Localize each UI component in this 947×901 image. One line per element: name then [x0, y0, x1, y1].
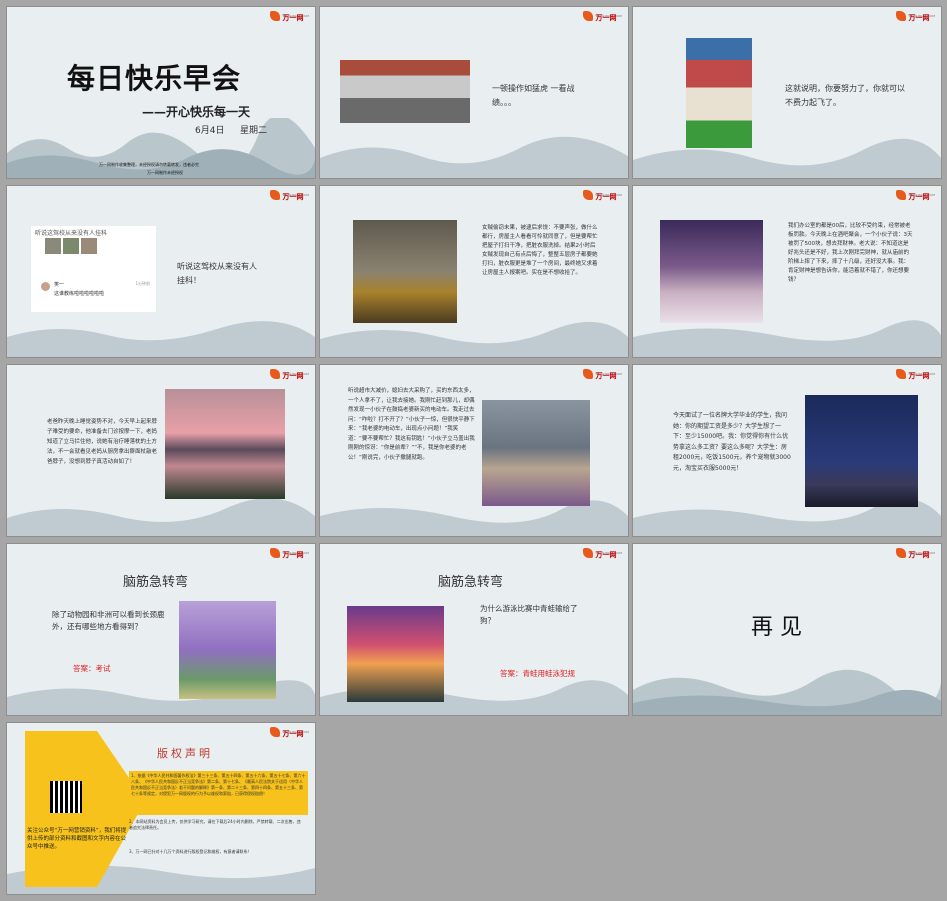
- brand-logo: 万一网 WWW.WAN1.COM: [270, 727, 309, 738]
- slide-2-thumbnail[interactable]: 万一网 WWW.WAN1.COM 一顿操作如猛虎 一看战绩。。。: [320, 7, 628, 178]
- slide-5-thumbnail[interactable]: 万一网 WWW.WAN1.COM 女贼偷窃未果，被逮后求饶：不要声张，做什么都行，…: [320, 186, 628, 357]
- social-post-screenshot: 听说这驾校从来没有人挂科 笑一 这谁教练啦啦啦啦啦啦 1分钟前: [31, 226, 156, 312]
- comment-time: 1分钟前: [135, 281, 150, 286]
- riddle-answer: 答案：青蛙用蛙泳犯规: [500, 669, 575, 678]
- logo-icon: [583, 369, 594, 379]
- post-image: [63, 238, 79, 254]
- comment-user: 笑一: [54, 282, 65, 288]
- slide-4-thumbnail[interactable]: 万一网 WWW.WAN1.COM 听说这驾校从来没有人挂科 笑一 这谁教练啦啦啦啦…: [7, 186, 315, 357]
- slide-7-thumbnail[interactable]: 万一网 WWW.WAN1.COM 老爸昨天晚上睡觉姿势不对，今天早上起来脖子难受的…: [7, 365, 315, 536]
- wisteria-tunnel-photo: [179, 601, 276, 699]
- mountain-landscape: [320, 136, 628, 178]
- notice-line-1: 万一网制作收集整理，未经授权请勿转载转发，违者必究: [99, 162, 199, 167]
- logo-icon: [270, 727, 281, 737]
- logo-icon: [896, 190, 907, 200]
- slide-13-thumbnail[interactable]: 万一网 WWW.WAN1.COM 关注公众号“万一网营销资料”，我们将提供上传的部…: [7, 723, 315, 894]
- logo-icon: [270, 190, 281, 200]
- logo-icon: [270, 369, 281, 379]
- comment-text: 这谁教练啦啦啦啦啦啦: [54, 291, 105, 297]
- brand-logo: 万一网 WWW.WAN1.COM: [583, 190, 622, 201]
- slide-text: 女贼偷窃未果，被逮后求饶：不要声张，做什么都行，房屋主人看看可怜就同意了，但是要…: [482, 225, 598, 276]
- post-image: [45, 238, 61, 254]
- slide-9-thumbnail[interactable]: 万一网 WWW.WAN1.COM 今天面试了一位名牌大学毕业的学生，我问她：你的期…: [633, 365, 941, 536]
- mountain-landscape: [633, 138, 941, 178]
- snow-cabin-photo: [660, 220, 763, 323]
- logo-icon: [583, 11, 594, 21]
- slide-text: 这就说明，你要努力了，你就可以不费力起飞了。: [785, 84, 905, 107]
- copyright-title: 版权声明: [157, 747, 213, 760]
- slide-1-thumbnail[interactable]: 万一网 WWW.WAN1.COM 每日快乐早会 ——开心快乐每一天 6月4日 星期…: [7, 7, 315, 178]
- post-text: 听说这驾校从来没有人挂科: [35, 230, 108, 237]
- post-image: [81, 238, 97, 254]
- dancing-crowd-photo: [686, 38, 752, 148]
- brand-logo: 万一网 WWW.WAN1.COM: [270, 369, 309, 380]
- slide-text: 一顿操作如猛虎 一看战绩。。。: [492, 84, 575, 107]
- logo-icon: [270, 548, 281, 558]
- slide-6-thumbnail[interactable]: 万一网 WWW.WAN1.COM 我们办公室的都是00后，比较不受约束，经常被老板…: [633, 186, 941, 357]
- slide-weekday: 星期二: [240, 126, 268, 136]
- slide-11-thumbnail[interactable]: 万一网 WWW.WAN1.COM 脑筋急转弯 为什么游泳比赛中青蛙输给了狗？ 答案…: [320, 544, 628, 715]
- cyclist-photo: [340, 60, 470, 123]
- brand-logo: 万一网 WWW.WAN1.COM: [896, 11, 935, 22]
- logo-icon: [896, 11, 907, 21]
- slide-text: 我们办公室的都是00后，比较不受约束，经常被老板罚款。今天晚上在酒吧聚会，一个小…: [788, 223, 913, 283]
- logo-icon: [270, 11, 281, 21]
- brand-logo: 万一网 WWW.WAN1.COM: [270, 190, 309, 201]
- flower-bouquet-photo: [482, 400, 590, 506]
- slide-text: 今天面试了一位名牌大学毕业的学生，我问她：你的期望工资是多少？大学生想了一下：至…: [673, 412, 791, 472]
- riddle-answer: 答案：考试: [73, 664, 111, 673]
- slide-10-thumbnail[interactable]: 万一网 WWW.WAN1.COM 脑筋急转弯 除了动物园和非洲可以看到长颈鹿外，还…: [7, 544, 315, 715]
- qr-code: [50, 781, 82, 813]
- copyright-item-1: 1、依据《中华人民共和国著作权法》第三十三条、第五十四条、第五十六条、第五十七条…: [129, 771, 308, 815]
- slide-text: 老爸昨天晚上睡觉姿势不对，今天早上起来脖子难受的要命，他准备去门诊按摩一下，老妈…: [47, 419, 158, 465]
- brand-logo: 万一网 WWW.WAN1.COM: [896, 369, 935, 380]
- riddle-question: 为什么游泳比赛中青蛙输给了狗？: [480, 604, 578, 625]
- mountain-lake-photo: [165, 389, 285, 499]
- riddle-question: 除了动物园和非洲可以看到长颈鹿外，还有哪些地方看得到？: [52, 610, 165, 631]
- logo-icon: [583, 548, 594, 558]
- logo-icon: [896, 369, 907, 379]
- slide-title: 脑筋急转弯: [438, 575, 504, 590]
- farewell-text: 再 见: [751, 615, 802, 640]
- notice-line-2: 万一网制作未经授权: [147, 170, 183, 175]
- slide-text: 听说超市大减价，媳妇去大采购了，买的东西太多，一个人拿不了，让我去接她。我刚忙赶…: [348, 388, 475, 461]
- slide-date: 6月4日: [195, 126, 225, 136]
- field-photo: [353, 220, 457, 323]
- slide-12-thumbnail[interactable]: 万一网 WWW.WAN1.COM 再 见: [633, 544, 941, 715]
- brand-logo: 万一网 WWW.WAN1.COM: [583, 369, 622, 380]
- mountain-landscape: [633, 669, 941, 715]
- slide-3-thumbnail[interactable]: 万一网 WWW.WAN1.COM 这就说明，你要努力了，你就可以不费力起飞了。: [633, 7, 941, 178]
- copyright-item-3: 3、万一网已针对十几万个资料进行版权登记和维权，有意者请联系！: [129, 849, 252, 854]
- slide-8-thumbnail[interactable]: 万一网 WWW.WAN1.COM 听说超市大减价，媳妇去大采购了，买的东西太多，一…: [320, 365, 628, 536]
- logo-icon: [896, 548, 907, 558]
- brand-logo: 万一网 WWW.WAN1.COM: [270, 11, 309, 22]
- eiffel-tower-photo: [805, 395, 918, 507]
- brand-logo: 万一网 WWW.WAN1.COM: [270, 548, 309, 559]
- slide-title: 脑筋急转弯: [123, 575, 189, 590]
- logo-text: 万一网: [282, 14, 304, 22]
- mountain-landscape: [7, 118, 315, 178]
- qr-note: 关注公众号“万一网营销资料”，我们将提供上传的部分资料和截图和文字内容在公众号中…: [27, 828, 127, 850]
- slide-text: 听说这驾校从来没有人挂科！: [177, 262, 257, 285]
- brand-logo: 万一网 WWW.WAN1.COM: [583, 11, 622, 22]
- tropical-sunset-photo: [347, 606, 444, 702]
- logo-icon: [583, 190, 594, 200]
- brand-logo: 万一网 WWW.WAN1.COM: [896, 190, 935, 201]
- slide-title: 每日快乐早会: [67, 62, 242, 95]
- brand-logo: 万一网 WWW.WAN1.COM: [896, 548, 935, 559]
- brand-logo: 万一网 WWW.WAN1.COM: [583, 548, 622, 559]
- slide-subtitle: ——开心快乐每一天: [142, 105, 251, 119]
- copyright-item-2: 2、本网站资料为会员上传，仅供学习研究，请在下载后24小时内删除，严禁转载、二次…: [129, 819, 301, 830]
- avatar: [41, 282, 50, 291]
